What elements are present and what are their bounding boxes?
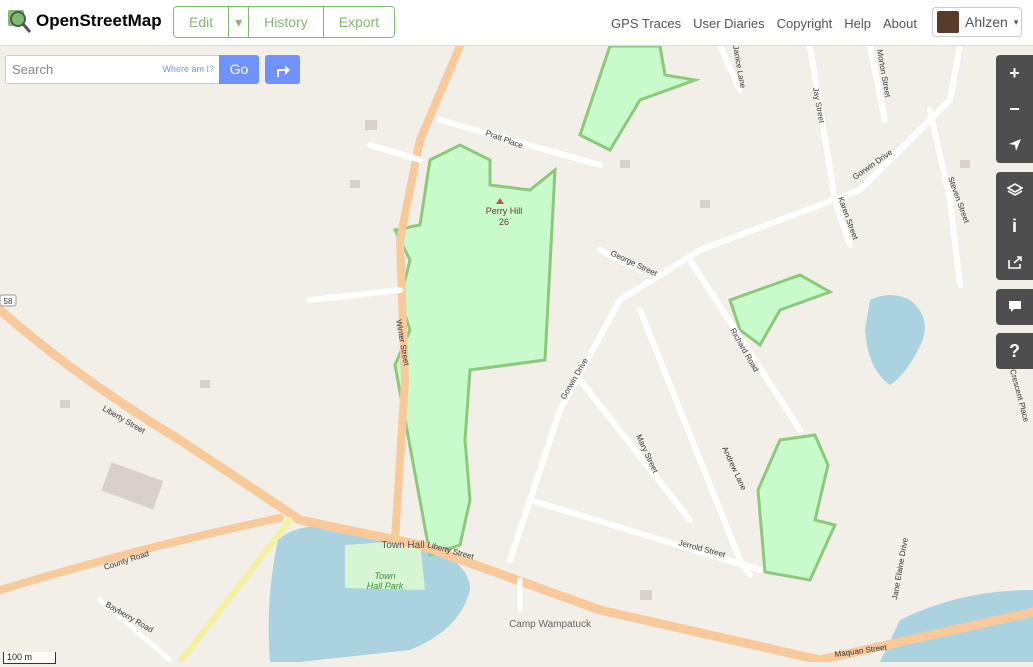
edit-button[interactable]: Edit [174,7,230,37]
layer-controls: i [996,172,1033,280]
park-label-2: Hall Park [367,581,404,591]
layers-icon [1006,183,1023,196]
nav-help[interactable]: Help [844,16,871,31]
map-canvas[interactable]: Perry Hill 26 Town Hall Town Hall Park C… [0,42,1033,665]
camp-label: Camp Wampatuck [509,619,592,630]
locate-button[interactable] [996,127,1033,163]
user-caret-icon: ▾ [1013,16,1019,27]
header-bar: OpenStreetMap Edit ▾ History Export GPS … [0,0,1033,46]
top-nav: GPS Traces User Diaries Copyright Help A… [611,16,917,31]
avatar [937,11,959,33]
zoom-out-button[interactable]: − [996,91,1033,127]
hill-label: Perry Hill [486,206,523,216]
scale-metric: 100 m [3,652,56,664]
user-name: Ahlzen [965,14,1008,30]
directions-button[interactable] [265,55,300,84]
scale-bar: 100 m [3,652,56,664]
route-number: 58 [4,297,13,306]
osm-logo-icon [8,10,32,33]
zoom-in-button[interactable]: + [996,55,1033,91]
brand-name: OpenStreetMap [36,11,162,30]
search-box[interactable]: Search Where am I? [5,55,221,84]
hill-elevation: 26 [499,217,509,227]
help-button[interactable]: ? [996,333,1033,369]
edit-toolbar: Edit ▾ History Export [173,6,396,38]
help-controls: ? [996,333,1033,369]
go-button[interactable]: Go [219,55,259,84]
edit-dropdown-icon[interactable]: ▾ [229,7,250,37]
directions-icon [276,64,290,77]
history-button[interactable]: History [249,7,324,37]
share-icon [1007,256,1022,269]
nav-user-diaries[interactable]: User Diaries [693,16,765,31]
nav-gps-traces[interactable]: GPS Traces [611,16,681,31]
town-hall-label: Town Hall [381,540,424,551]
nav-about[interactable]: About [883,16,917,31]
search-input[interactable]: Search [12,62,53,77]
map-render: Perry Hill 26 Town Hall Town Hall Park C… [0,42,1033,665]
share-button[interactable] [996,244,1033,280]
zoom-controls: + − [996,55,1033,163]
user-menu[interactable]: Ahlzen ▾ [932,7,1022,37]
map-info-button[interactable]: i [996,208,1033,244]
note-controls [996,289,1033,325]
export-button[interactable]: Export [323,7,395,37]
note-icon [1008,301,1021,312]
nav-copyright[interactable]: Copyright [777,16,833,31]
logo[interactable]: OpenStreetMap [6,8,162,34]
add-note-button[interactable] [996,289,1033,325]
locate-icon [1008,139,1021,151]
layers-button[interactable] [996,172,1033,208]
where-am-i-link[interactable]: Where am I? [162,64,214,74]
park-label: Town [374,571,395,581]
